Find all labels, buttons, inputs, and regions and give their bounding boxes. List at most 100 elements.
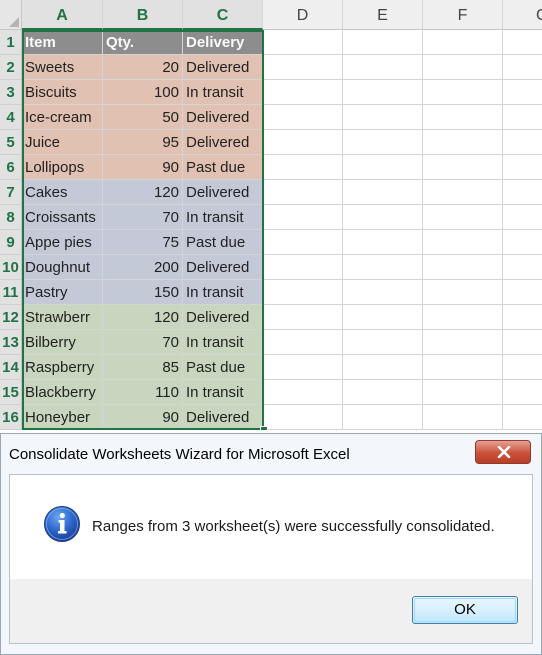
dialog-title-bar[interactable]: Consolidate Worksheets Wizard for Micros…: [1, 434, 541, 474]
empty-cell[interactable]: [343, 55, 423, 80]
cell-item[interactable]: Biscuits: [22, 80, 103, 105]
column-header-e[interactable]: E: [343, 0, 423, 30]
cell-qty[interactable]: 90: [103, 155, 183, 180]
row-header-7[interactable]: 7: [0, 180, 22, 205]
empty-cell[interactable]: [503, 355, 542, 380]
cell-delivery[interactable]: Delivered: [183, 105, 263, 130]
cell-delivery[interactable]: In transit: [183, 380, 263, 405]
empty-cell[interactable]: [423, 155, 503, 180]
empty-cell[interactable]: [503, 230, 542, 255]
empty-cell[interactable]: [263, 30, 343, 55]
fill-handle[interactable]: [260, 426, 268, 430]
row-header-6[interactable]: 6: [0, 155, 22, 180]
empty-cell[interactable]: [503, 80, 542, 105]
cell-item[interactable]: Sweets: [22, 55, 103, 80]
column-header-g[interactable]: G: [503, 0, 542, 30]
cell-qty[interactable]: 90: [103, 405, 183, 430]
cell-qty[interactable]: 50: [103, 105, 183, 130]
cell-qty[interactable]: 150: [103, 280, 183, 305]
row-header-16[interactable]: 16: [0, 405, 22, 430]
column-header-c[interactable]: C: [183, 0, 263, 30]
cell-delivery[interactable]: In transit: [183, 205, 263, 230]
select-all-corner[interactable]: [0, 0, 22, 30]
empty-cell[interactable]: [343, 405, 423, 430]
row-header-1[interactable]: 1: [0, 30, 22, 55]
cell-delivery[interactable]: Past due: [183, 155, 263, 180]
empty-cell[interactable]: [263, 205, 343, 230]
ok-button[interactable]: OK: [412, 596, 518, 624]
row-header-8[interactable]: 8: [0, 205, 22, 230]
cell-delivery[interactable]: Past due: [183, 230, 263, 255]
empty-cell[interactable]: [343, 105, 423, 130]
empty-cell[interactable]: [503, 55, 542, 80]
empty-cell[interactable]: [423, 280, 503, 305]
cell-delivery[interactable]: Delivered: [183, 55, 263, 80]
empty-cell[interactable]: [263, 55, 343, 80]
row-header-4[interactable]: 4: [0, 105, 22, 130]
empty-cell[interactable]: [423, 355, 503, 380]
empty-cell[interactable]: [503, 105, 542, 130]
cell-delivery[interactable]: Delivered: [183, 180, 263, 205]
empty-cell[interactable]: [343, 130, 423, 155]
row-header-3[interactable]: 3: [0, 80, 22, 105]
empty-cell[interactable]: [503, 305, 542, 330]
cell-item[interactable]: Doughnut: [22, 255, 103, 280]
empty-cell[interactable]: [423, 105, 503, 130]
empty-cell[interactable]: [343, 255, 423, 280]
empty-cell[interactable]: [423, 330, 503, 355]
empty-cell[interactable]: [503, 405, 542, 430]
empty-cell[interactable]: [263, 380, 343, 405]
row-header-12[interactable]: 12: [0, 305, 22, 330]
empty-cell[interactable]: [423, 305, 503, 330]
row-header-2[interactable]: 2: [0, 55, 22, 80]
cell-qty[interactable]: 75: [103, 230, 183, 255]
cell-qty[interactable]: 20: [103, 55, 183, 80]
empty-cell[interactable]: [503, 330, 542, 355]
empty-cell[interactable]: [503, 130, 542, 155]
cell-item[interactable]: Honeyber: [22, 405, 103, 430]
cell-qty[interactable]: 70: [103, 205, 183, 230]
empty-cell[interactable]: [343, 380, 423, 405]
cell-item[interactable]: Blackberry: [22, 380, 103, 405]
empty-cell[interactable]: [423, 405, 503, 430]
header-cell-item[interactable]: Item: [22, 30, 103, 55]
empty-cell[interactable]: [343, 230, 423, 255]
cell-item[interactable]: Pastry: [22, 280, 103, 305]
header-cell-delivery[interactable]: Delivery: [183, 30, 263, 55]
empty-cell[interactable]: [343, 280, 423, 305]
cell-qty[interactable]: 85: [103, 355, 183, 380]
empty-cell[interactable]: [343, 30, 423, 55]
empty-cell[interactable]: [343, 205, 423, 230]
empty-cell[interactable]: [423, 230, 503, 255]
empty-cell[interactable]: [423, 30, 503, 55]
header-cell-qty[interactable]: Qty.: [103, 30, 183, 55]
column-header-f[interactable]: F: [423, 0, 503, 30]
empty-cell[interactable]: [263, 305, 343, 330]
row-header-13[interactable]: 13: [0, 330, 22, 355]
row-header-9[interactable]: 9: [0, 230, 22, 255]
empty-cell[interactable]: [503, 380, 542, 405]
cell-item[interactable]: Ice-cream: [22, 105, 103, 130]
cell-item[interactable]: Croissants: [22, 205, 103, 230]
empty-cell[interactable]: [263, 355, 343, 380]
empty-cell[interactable]: [423, 380, 503, 405]
close-button[interactable]: [475, 440, 531, 464]
empty-cell[interactable]: [503, 280, 542, 305]
column-header-a[interactable]: A: [22, 0, 103, 30]
cell-delivery[interactable]: Past due: [183, 355, 263, 380]
cell-item[interactable]: Strawberr: [22, 305, 103, 330]
cell-item[interactable]: Lollipops: [22, 155, 103, 180]
cell-qty[interactable]: 110: [103, 380, 183, 405]
row-header-14[interactable]: 14: [0, 355, 22, 380]
cell-item[interactable]: Appe pies: [22, 230, 103, 255]
empty-cell[interactable]: [263, 330, 343, 355]
cell-qty[interactable]: 100: [103, 80, 183, 105]
empty-cell[interactable]: [503, 205, 542, 230]
empty-cell[interactable]: [263, 230, 343, 255]
empty-cell[interactable]: [503, 180, 542, 205]
cell-delivery[interactable]: In transit: [183, 80, 263, 105]
cell-delivery[interactable]: In transit: [183, 330, 263, 355]
cell-delivery[interactable]: In transit: [183, 280, 263, 305]
cell-delivery[interactable]: Delivered: [183, 255, 263, 280]
row-header-15[interactable]: 15: [0, 380, 22, 405]
